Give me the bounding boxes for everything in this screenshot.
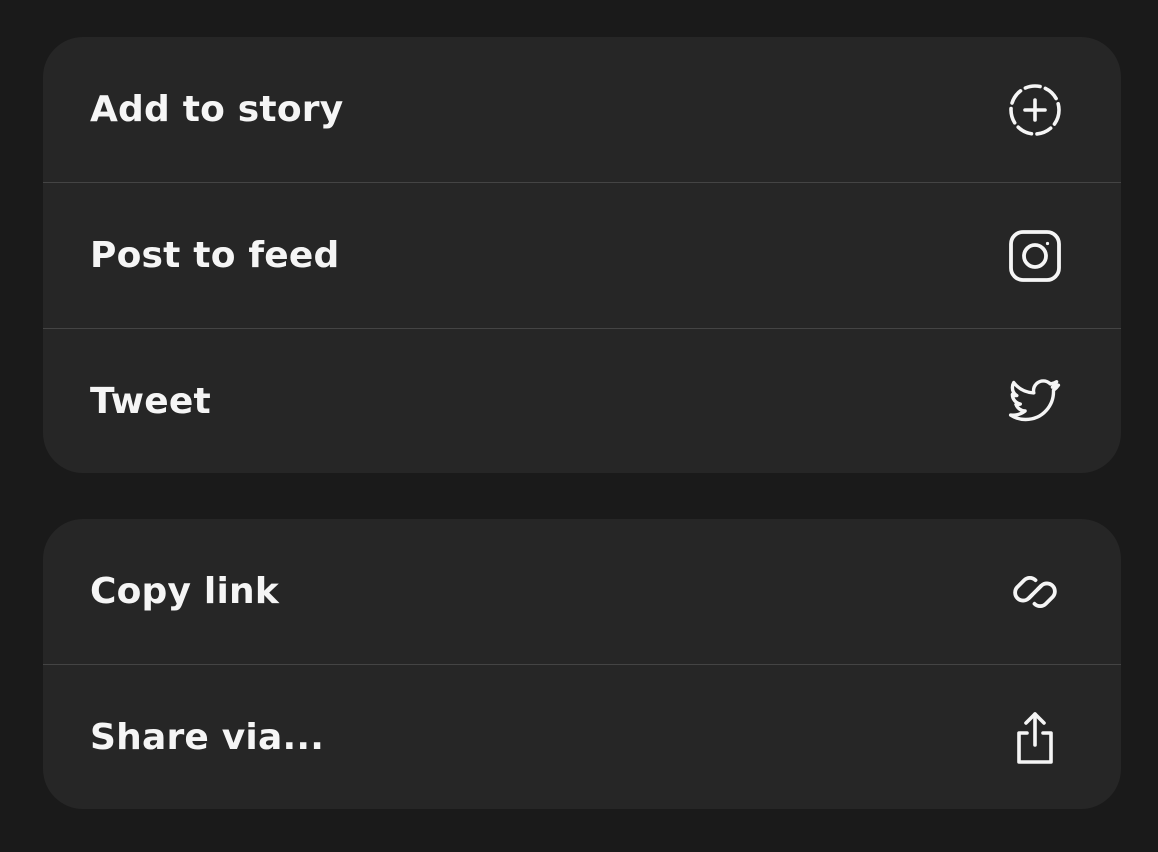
link-icon — [1005, 562, 1065, 622]
copy-link-label: Copy link — [90, 571, 279, 612]
add-story-icon — [1005, 80, 1065, 140]
tweet-label: Tweet — [90, 381, 211, 422]
share-via-option[interactable]: Share via... — [43, 664, 1121, 809]
post-to-feed-option[interactable]: Post to feed — [43, 182, 1121, 328]
instagram-icon — [1005, 226, 1065, 286]
add-to-story-label: Add to story — [90, 89, 344, 130]
share-icon — [1005, 708, 1065, 768]
copy-link-option[interactable]: Copy link — [43, 519, 1121, 664]
secondary-actions-group: Copy link Share via... — [43, 519, 1121, 809]
primary-actions-group: Add to story Post to feed Tweet — [43, 37, 1121, 473]
twitter-icon — [1005, 372, 1065, 432]
share-sheet: Add to story Post to feed Tweet Copy lin… — [0, 0, 1158, 852]
post-to-feed-label: Post to feed — [90, 235, 340, 276]
tweet-option[interactable]: Tweet — [43, 328, 1121, 473]
add-to-story-option[interactable]: Add to story — [43, 37, 1121, 182]
share-via-label: Share via... — [90, 717, 325, 758]
